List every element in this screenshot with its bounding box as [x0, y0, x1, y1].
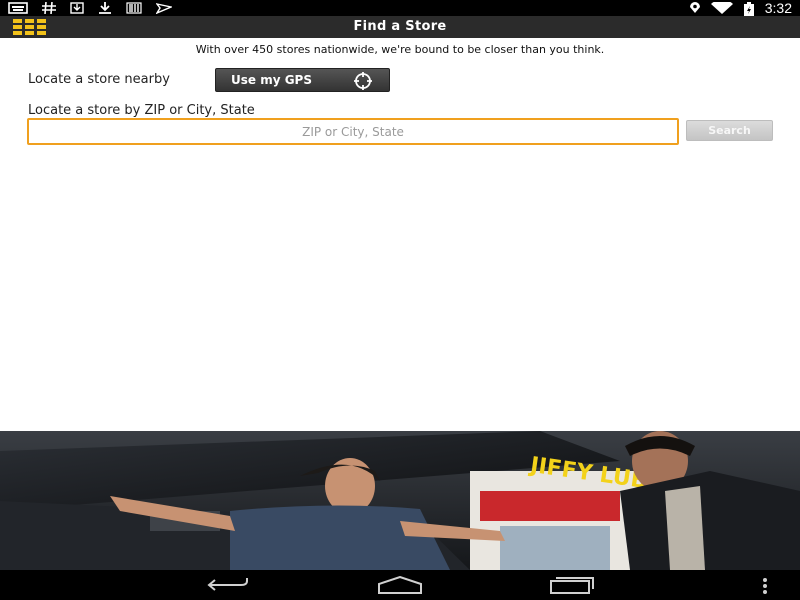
status-bar: 3:32	[0, 0, 800, 16]
zip-city-input[interactable]	[27, 118, 679, 145]
promo-image: JIFFY LUBE PLUS	[0, 431, 800, 570]
use-gps-button[interactable]: Use my GPS	[215, 68, 390, 92]
crosshair-icon	[349, 72, 377, 93]
page-title: Find a Store	[353, 19, 447, 34]
download-box-icon	[70, 2, 84, 14]
recent-apps-icon[interactable]	[549, 576, 595, 598]
wifi-icon	[710, 2, 733, 14]
zip-label: Locate a store by ZIP or City, State	[28, 103, 255, 118]
back-icon[interactable]	[205, 576, 251, 598]
status-bar-notifications	[8, 1, 172, 15]
status-time: 3:32	[764, 0, 792, 16]
download-icon	[98, 2, 112, 14]
battery-icon	[743, 2, 755, 16]
status-bar-system: 3:32	[689, 0, 792, 16]
tagline-text: With over 450 stores nationwide, we're b…	[195, 43, 605, 56]
search-button[interactable]: Search	[686, 120, 773, 141]
overflow-menu-icon[interactable]	[762, 578, 768, 598]
location-icon	[689, 2, 701, 14]
plane-icon	[156, 2, 172, 14]
barcode-icon	[126, 2, 142, 14]
home-icon[interactable]	[376, 575, 424, 598]
nearby-label: Locate a store nearby	[28, 72, 170, 87]
system-nav-bar	[0, 570, 800, 600]
gps-button-label: Use my GPS	[231, 73, 312, 87]
app-title-bar: Find a Store	[0, 16, 800, 38]
keyboard-icon	[8, 2, 28, 14]
hash-icon	[42, 2, 56, 14]
